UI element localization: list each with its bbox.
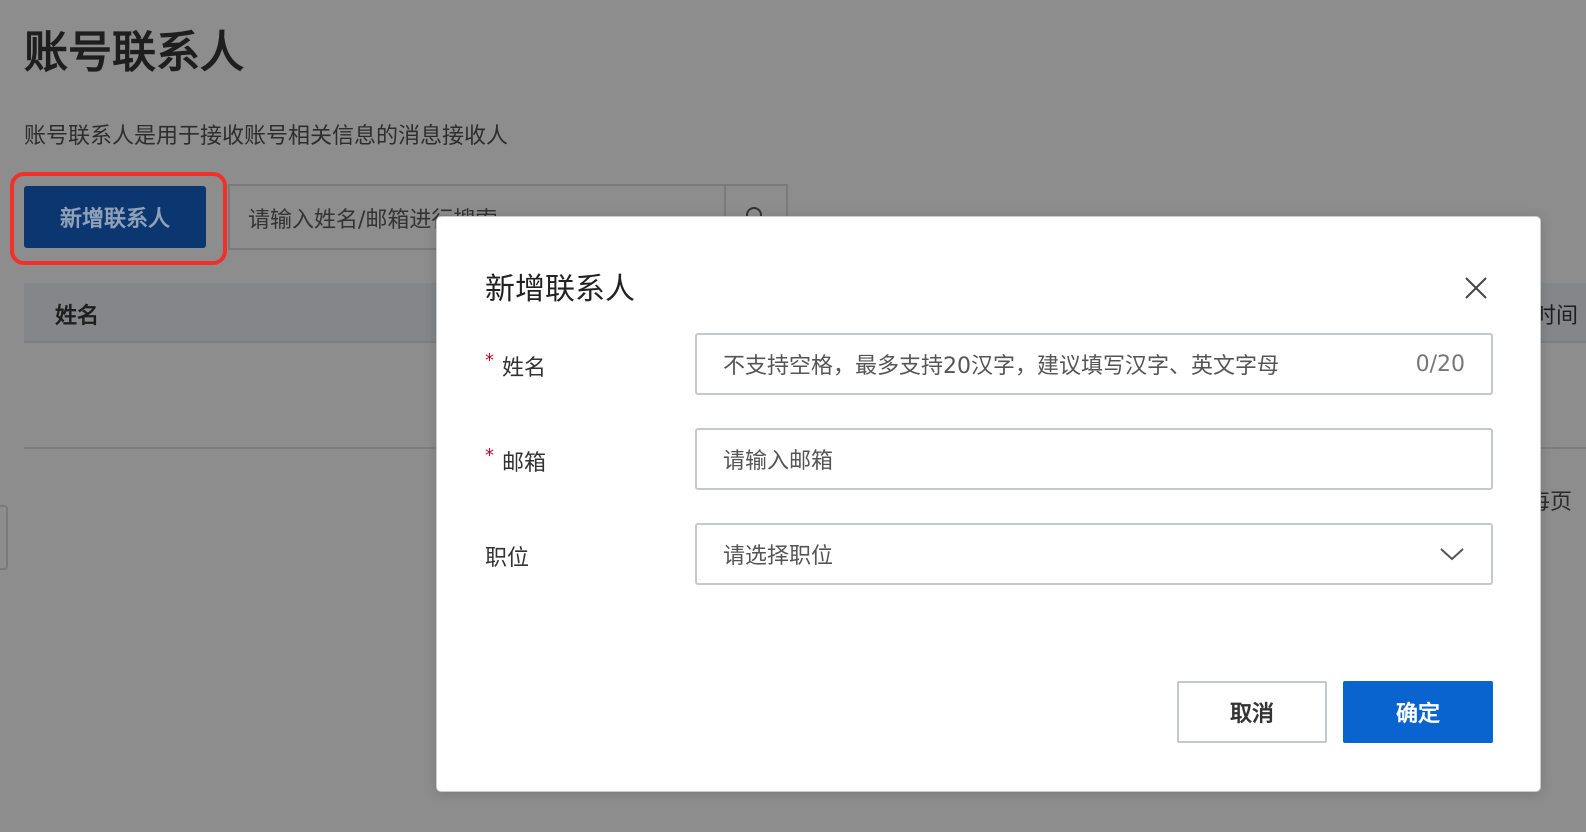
label-text: 邮箱 xyxy=(502,451,547,476)
name-placeholder: 不支持空格，最多支持20汉字，建议填写汉字、英文字母 xyxy=(723,354,1279,379)
close-icon xyxy=(1465,277,1487,299)
cancel-button[interactable]: 取消 xyxy=(1177,681,1327,743)
label-text: 姓名 xyxy=(502,356,547,381)
email-placeholder: 请输入邮箱 xyxy=(723,449,834,474)
position-label: 职位 xyxy=(485,546,530,571)
position-placeholder: 请选择职位 xyxy=(723,544,834,569)
email-label: * 邮箱 xyxy=(485,445,546,477)
close-button[interactable] xyxy=(1462,274,1490,302)
confirm-button[interactable]: 确定 xyxy=(1343,681,1493,743)
dialog-title: 新增联系人 xyxy=(485,272,635,307)
email-input[interactable]: 请输入邮箱 xyxy=(695,428,1493,490)
required-mark: * xyxy=(485,445,494,466)
chevron-down-icon xyxy=(1440,548,1464,561)
page-subtitle: 账号联系人是用于接收账号相关信息的消息接收人 xyxy=(24,124,509,149)
required-mark: * xyxy=(485,350,494,371)
pagination-control[interactable] xyxy=(0,505,8,570)
name-label: * 姓名 xyxy=(485,350,546,382)
column-header-name: 姓名 xyxy=(55,304,100,329)
position-select[interactable]: 请选择职位 xyxy=(695,523,1493,585)
highlight-box xyxy=(10,172,227,265)
page-title: 账号联系人 xyxy=(24,27,244,78)
name-input[interactable]: 不支持空格，最多支持20汉字，建议填写汉字、英文字母 0/20 xyxy=(695,333,1493,395)
char-counter: 0/20 xyxy=(1415,351,1465,377)
